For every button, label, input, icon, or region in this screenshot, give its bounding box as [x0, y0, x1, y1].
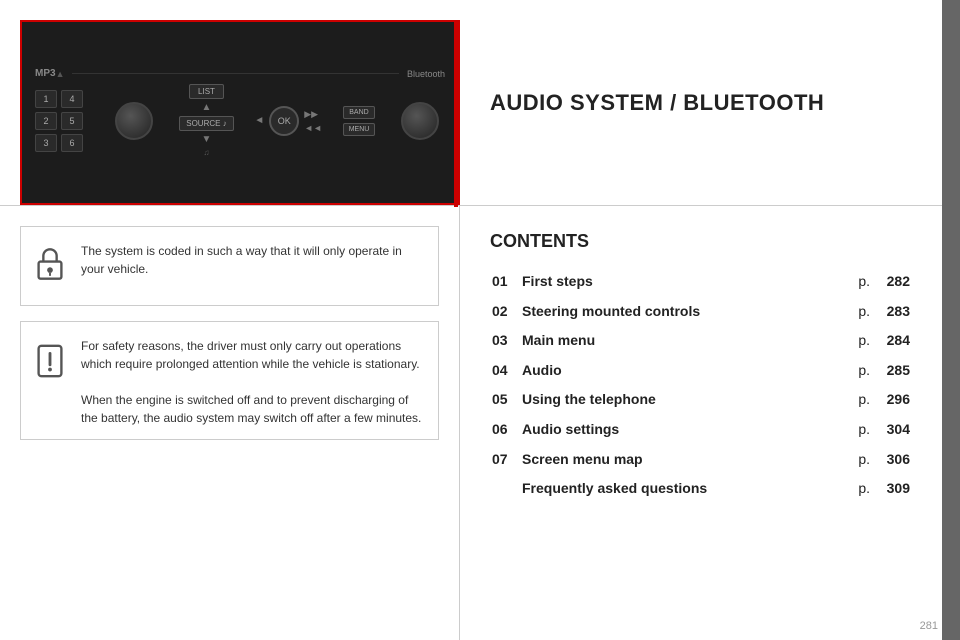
source-button[interactable]: SOURCE ♪ [179, 116, 233, 131]
page-number: 304 [872, 415, 912, 445]
item-label: Main menu [520, 326, 852, 356]
table-row: 03Main menup.284 [490, 326, 912, 356]
btn-6[interactable]: 6 [61, 134, 83, 152]
display-bar [72, 73, 398, 74]
left-panel: The system is coded in such a way that i… [0, 206, 460, 640]
menu-button[interactable]: MENU [343, 123, 376, 136]
item-number: 01 [490, 267, 520, 297]
table-row: 02Steering mounted controlsp.283 [490, 297, 912, 327]
page-number: 309 [872, 474, 912, 504]
item-number: 07 [490, 445, 520, 475]
radio-panel: MP3 ▲ Bluetooth 1 4 2 5 3 6 [22, 22, 458, 203]
red-bar [454, 22, 458, 207]
page-number: 282 [872, 267, 912, 297]
table-row: 01First stepsp.282 [490, 267, 912, 297]
top-section: MP3 ▲ Bluetooth 1 4 2 5 3 6 [0, 0, 942, 206]
table-row: 05Using the telephonep.296 [490, 385, 912, 415]
music-note: ♫ [203, 148, 209, 157]
right-panel: CONTENTS 01First stepsp.28202Steering mo… [460, 206, 942, 640]
up-arrow[interactable]: ▲ [202, 102, 212, 113]
item-number: 04 [490, 356, 520, 386]
item-label: Steering mounted controls [520, 297, 852, 327]
skip-back[interactable]: ◄◄ [304, 123, 322, 133]
page-number: 284 [872, 326, 912, 356]
page-number: 283 [872, 297, 912, 327]
lock-notice: The system is coded in such a way that i… [20, 226, 439, 306]
item-label: First steps [520, 267, 852, 297]
bottom-section: The system is coded in such a way that i… [0, 206, 942, 640]
list-button[interactable]: LIST [189, 84, 224, 99]
ok-button[interactable]: OK [269, 106, 299, 136]
radio-image: MP3 ▲ Bluetooth 1 4 2 5 3 6 [20, 20, 460, 205]
page-label: p. [852, 356, 872, 386]
page-label: p. [852, 297, 872, 327]
btn-5[interactable]: 5 [61, 112, 83, 130]
mp3-label: MP3 [35, 68, 56, 79]
table-row: Frequently asked questionsp.309 [490, 474, 912, 504]
center-controls: LIST ▲ SOURCE ♪ ▼ ♫ [179, 84, 233, 157]
page-number: 296 [872, 385, 912, 415]
eject-icon: ▲ [56, 69, 65, 79]
contents-table: 01First stepsp.28202Steering mounted con… [490, 267, 912, 504]
right-sidebar [942, 0, 960, 640]
title-area: AUDIO SYSTEM / BLUETOOTH [460, 0, 942, 205]
item-number: 05 [490, 385, 520, 415]
btn-1[interactable]: 1 [35, 90, 57, 108]
page-number: 281 [920, 620, 938, 632]
item-label: Using the telephone [520, 385, 852, 415]
item-number: 02 [490, 297, 520, 327]
lock-notice-text: The system is coded in such a way that i… [81, 242, 423, 278]
item-number [490, 474, 520, 504]
band-button[interactable]: BAND [343, 106, 376, 119]
page-title: AUDIO SYSTEM / BLUETOOTH [490, 90, 912, 116]
lock-icon [31, 245, 69, 288]
left-arrow[interactable]: ◄ [254, 115, 264, 126]
item-number: 03 [490, 326, 520, 356]
volume-knob[interactable] [115, 102, 153, 140]
number-buttons: 1 4 2 5 3 6 [35, 90, 83, 152]
ok-area: ◄ OK ▶▶ ◄◄ [254, 106, 322, 136]
item-number: 06 [490, 415, 520, 445]
page-number: 306 [872, 445, 912, 475]
item-label: Screen menu map [520, 445, 852, 475]
exclaim-notice-text: For safety reasons, the driver must only… [81, 337, 423, 427]
page-label: p. [852, 474, 872, 504]
table-row: 06Audio settingsp.304 [490, 415, 912, 445]
exclaim-icon [31, 342, 69, 385]
item-label: Audio [520, 356, 852, 386]
item-label: Frequently asked questions [520, 474, 852, 504]
right-buttons: BAND MENU [343, 106, 376, 136]
page-label: p. [852, 445, 872, 475]
page-number: 285 [872, 356, 912, 386]
item-label: Audio settings [520, 415, 852, 445]
down-arrow[interactable]: ▼ [202, 134, 212, 145]
btn-4[interactable]: 4 [61, 90, 83, 108]
exclaim-notice: For safety reasons, the driver must only… [20, 321, 439, 440]
table-row: 07Screen menu mapp.306 [490, 445, 912, 475]
btn-2[interactable]: 2 [35, 112, 57, 130]
page-label: p. [852, 326, 872, 356]
tuning-knob[interactable] [401, 102, 439, 140]
page-label: p. [852, 267, 872, 297]
skip-forward[interactable]: ▶▶ [304, 109, 322, 120]
page-label: p. [852, 385, 872, 415]
page-label: p. [852, 415, 872, 445]
btn-3[interactable]: 3 [35, 134, 57, 152]
bluetooth-label: Bluetooth [407, 69, 445, 79]
contents-title: CONTENTS [490, 231, 912, 252]
table-row: 04Audiop.285 [490, 356, 912, 386]
